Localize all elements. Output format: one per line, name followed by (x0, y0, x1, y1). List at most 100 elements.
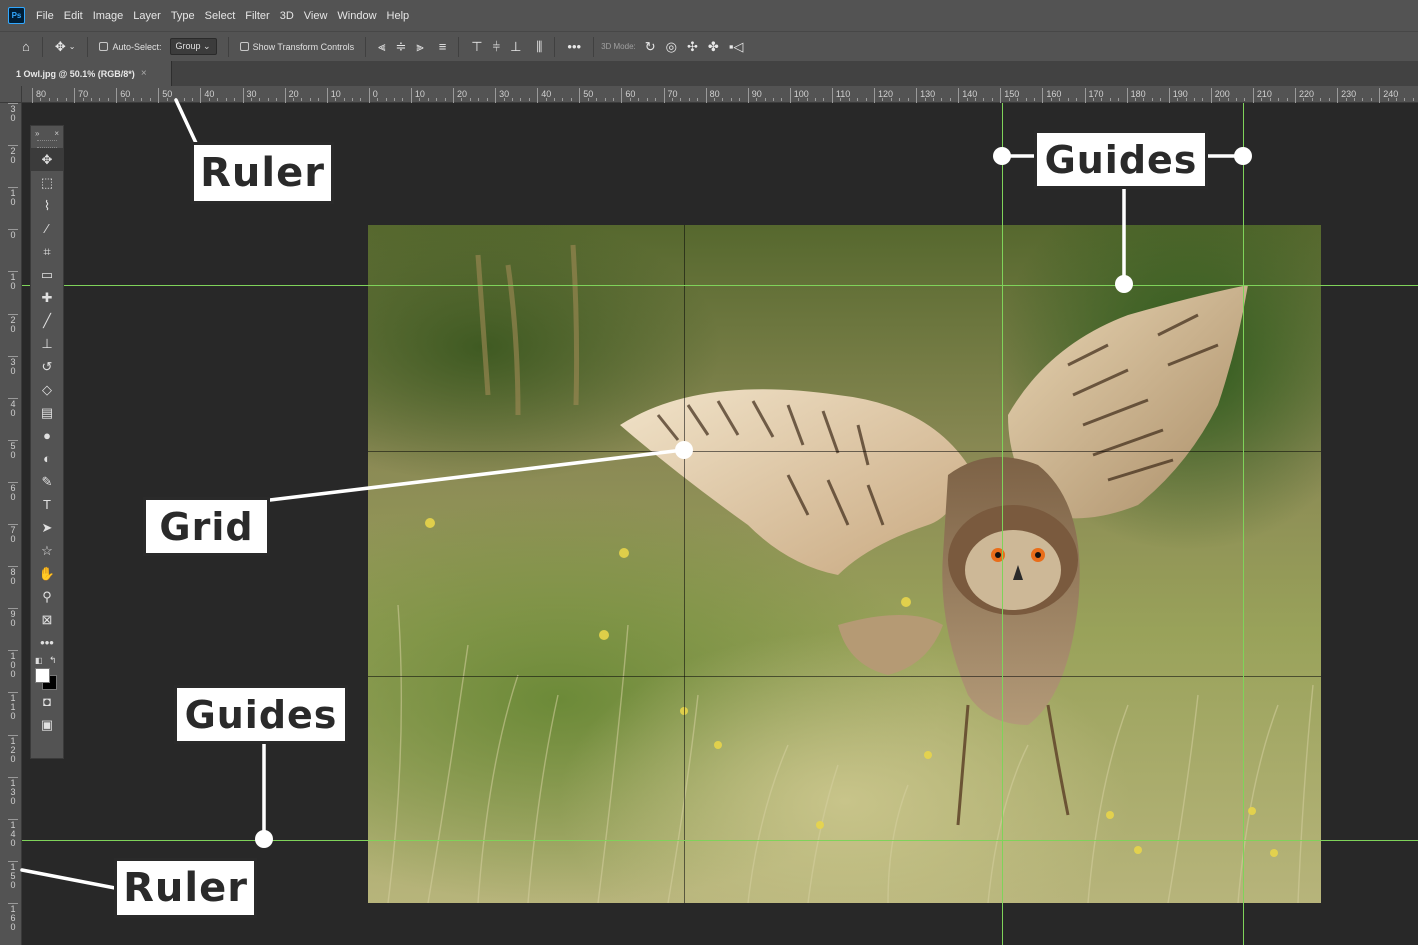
ruler-minor-tick (722, 98, 724, 101)
path-selection-tool-icon[interactable]: ➤ (31, 516, 63, 539)
move-tool-icon[interactable]: ✥ (31, 148, 63, 171)
ruler-minor-tick (208, 98, 210, 101)
align-center-h-icon[interactable]: ≑ (395, 39, 406, 55)
show-transform-controls-label: Show Transform Controls (252, 41, 355, 52)
document-tab-bar: 1 Owl.jpg @ 50.1% (RGB/8*) × (0, 61, 1418, 86)
ruler-minor-tick (402, 98, 404, 101)
ruler-minor-tick (1345, 98, 1347, 101)
menu-view[interactable]: View (304, 10, 328, 22)
ruler-tick-label: 30 (8, 355, 18, 376)
horizontal-ruler[interactable]: 80 70 60 50 40 30 20 10 0 10 20 30 40 50 60 70 80 90 100 11… (22, 86, 1418, 103)
ruler-minor-tick (166, 98, 168, 101)
ruler-tick-label: 40 (537, 88, 551, 103)
ruler-minor-tick (1135, 98, 1136, 101)
panel-grip[interactable] (37, 140, 57, 148)
horizontal-guide-top[interactable] (22, 285, 1418, 286)
ruler-tick-label: 10 (8, 271, 18, 291)
3d-pan-icon[interactable]: ✣ (687, 39, 698, 55)
marquee-tool-icon[interactable]: ⬚ (31, 171, 63, 194)
vertical-ruler[interactable]: 3020100102030405060708090100110120130140… (0, 103, 22, 945)
ruler-minor-tick (377, 98, 379, 101)
distribute-horizontal-icon[interactable]: ⫼ (536, 39, 542, 55)
swap-colors-icon[interactable]: ↰ (49, 655, 57, 666)
dodge-tool-icon[interactable]: ◐ (31, 447, 63, 470)
ruler-callout-top: Ruler (191, 142, 334, 204)
ruler-minor-tick (478, 98, 480, 101)
expand-panel-icon[interactable]: » (35, 129, 39, 138)
menu-select[interactable]: Select (205, 10, 236, 22)
magic-wand-tool-icon[interactable]: ⁄ (31, 217, 63, 240)
history-brush-tool-icon[interactable]: ↺ (31, 355, 63, 378)
ruler-minor-tick (1278, 98, 1280, 101)
home-icon[interactable]: ⌂ (22, 39, 30, 54)
menu-file[interactable]: File (36, 10, 54, 22)
ruler-tick-label: 20 (453, 88, 467, 103)
align-left-icon[interactable]: ⫷ (378, 39, 385, 55)
default-colors-icon[interactable]: ◧ (35, 656, 43, 665)
ruler-tool-icon[interactable]: ▭ (31, 263, 63, 286)
menu-layer[interactable]: Layer (133, 10, 161, 22)
owl-photo[interactable] (368, 225, 1321, 903)
3d-orbit-icon[interactable]: ↻ (645, 39, 656, 55)
photoshop-window: Ps File Edit Image Layer Type Select Fil… (0, 0, 1418, 945)
tools-panel-header: » × (31, 126, 63, 140)
auto-select-checkbox[interactable]: Auto-Select: (99, 42, 162, 52)
clone-stamp-tool-icon[interactable]: ⊥ (31, 332, 63, 355)
menu-help[interactable]: Help (387, 10, 410, 22)
gradient-tool-icon[interactable]: ▤ (31, 401, 63, 424)
healing-brush-tool-icon[interactable]: ✚ (31, 286, 63, 309)
zoom-tool-icon[interactable]: ⚲ (31, 585, 63, 608)
menu-type[interactable]: Type (171, 10, 195, 22)
ruler-minor-tick (638, 98, 640, 101)
ruler-minor-tick (1244, 98, 1246, 101)
menu-3d[interactable]: 3D (280, 10, 294, 22)
options-divider (87, 36, 89, 57)
ruler-origin-corner[interactable] (0, 86, 22, 103)
photoshop-logo-icon[interactable]: Ps (8, 7, 25, 24)
show-transform-controls-checkbox[interactable]: Show Transform Controls (239, 41, 355, 52)
quick-mask-icon[interactable]: ◘ (31, 690, 63, 713)
crop-tool-icon[interactable]: ⌗ (31, 240, 63, 263)
blur-tool-icon[interactable]: ● (31, 424, 63, 447)
move-tool-preset-icon[interactable]: ✥ ⌄ (55, 39, 76, 55)
lasso-tool-icon[interactable]: ⌇ (31, 194, 63, 217)
align-right-icon[interactable]: ⫸ (416, 39, 423, 55)
ruler-minor-tick (301, 98, 303, 101)
foreground-color-swatch[interactable] (35, 668, 50, 683)
brush-tool-icon[interactable]: ╱ (31, 309, 63, 332)
ruler-tick-label: 60 (116, 88, 130, 103)
ruler-minor-tick (335, 98, 337, 101)
shape-tool-icon[interactable]: ☆ (31, 539, 63, 562)
menu-window[interactable]: Window (337, 10, 376, 22)
document-tab[interactable]: 1 Owl.jpg @ 50.1% (RGB/8*) × (0, 61, 172, 86)
3d-roll-icon[interactable]: ◎ (666, 39, 677, 55)
distribute-vertical-icon[interactable]: ≡ (439, 39, 447, 54)
auto-select-target-dropdown[interactable]: Group ⌄ (169, 38, 217, 55)
screen-mode-icon[interactable]: ▣ (31, 713, 63, 736)
align-middle-v-icon[interactable]: ⫩ (493, 39, 500, 55)
close-panel-icon[interactable]: × (54, 129, 59, 138)
align-top-icon[interactable]: ⊤ (471, 39, 482, 55)
pen-tool-icon[interactable]: ✎ (31, 470, 63, 493)
ruler-minor-tick (385, 98, 387, 101)
hand-tool-icon[interactable]: ✋ (31, 562, 63, 585)
3d-scale-icon[interactable]: ▪◁ (729, 39, 744, 55)
more-tools-icon[interactable]: ••• (31, 631, 63, 654)
3d-slide-icon[interactable]: ✤ (708, 39, 719, 55)
align-bottom-icon[interactable]: ⊥ (510, 39, 521, 55)
menu-image[interactable]: Image (93, 10, 124, 22)
type-tool-icon[interactable]: T (31, 493, 63, 516)
ruler-minor-tick (1303, 98, 1305, 101)
close-icon[interactable]: × (141, 68, 147, 79)
menu-edit[interactable]: Edit (64, 10, 83, 22)
grid-callout: Grid (143, 497, 270, 556)
vertical-guide-left[interactable] (1002, 103, 1003, 945)
ruler-minor-tick (225, 98, 227, 101)
eraser-tool-icon[interactable]: ◇ (31, 378, 63, 401)
frame-tool-icon[interactable]: ⊠ (31, 608, 63, 631)
menu-filter[interactable]: Filter (245, 10, 269, 22)
more-options-icon[interactable]: ••• (567, 39, 581, 54)
horizontal-guide-bottom[interactable] (22, 840, 1418, 841)
grid-line (368, 451, 1321, 452)
vertical-guide-right[interactable] (1243, 103, 1244, 945)
